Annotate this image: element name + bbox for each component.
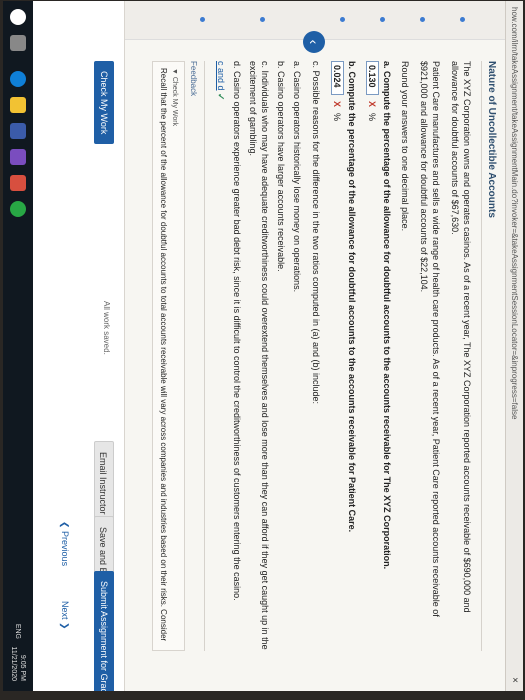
percent-unit: % (332, 113, 343, 122)
nav-dot[interactable] (380, 17, 385, 22)
correct-mark-icon: ✓ (216, 93, 226, 101)
language-indicator[interactable]: ENG (13, 624, 22, 639)
question-content: Nature of Uncollectible Accounts The XYZ… (127, 61, 497, 651)
option-a: a. Casino operators historically lose mo… (292, 61, 302, 293)
chrome-icon[interactable] (10, 201, 26, 217)
part-b-answer-row: 0.024 X % (331, 61, 344, 651)
nav-dot[interactable] (340, 17, 345, 22)
nav-dot[interactable] (260, 17, 265, 22)
file-explorer-icon[interactable] (10, 97, 26, 113)
feedback-toggle[interactable]: ▼ Check My Work (171, 68, 178, 644)
search-icon[interactable] (10, 9, 26, 25)
question-title: Nature of Uncollectible Accounts (481, 61, 497, 651)
task-view-icon[interactable] (10, 35, 26, 51)
mail-icon[interactable] (10, 175, 26, 191)
previous-button[interactable]: ❮ Previous (59, 521, 70, 566)
option-c: c. Individuals who may have adequate cre… (248, 61, 270, 650)
part-a-answer-row: 0.130 X % (366, 61, 379, 651)
address-bar[interactable]: how.com/ilrn/takeAssignment/takeAssignme… (505, 1, 523, 691)
part-a-prompt: a. Compute the percentage of the allowan… (382, 61, 392, 570)
feedback-section: Feedback ▼ Check My Work Recall that the… (152, 61, 205, 651)
intro-text: The XYZ Corporation owns and operates ca… (450, 61, 472, 613)
wrong-mark-icon: X (367, 101, 378, 108)
part-c-prompt: c. Possible reasons for the difference i… (311, 61, 321, 405)
option-d: d. Casino operators experience greater b… (232, 61, 242, 601)
clock-date: 11/21/2020 (10, 646, 17, 681)
wrong-mark-icon: X (332, 101, 343, 108)
close-tab-icon[interactable]: × (505, 677, 523, 683)
app-icon[interactable] (10, 149, 26, 165)
part-c-options: a. Casino operators historically lose mo… (231, 61, 303, 651)
feedback-box: ▼ Check My Work Recall that the percent … (152, 61, 185, 651)
address-url: how.com/ilrn/takeAssignment/takeAssignme… (510, 7, 519, 420)
feedback-title: Feedback (189, 61, 198, 97)
system-tray: ENG 9:05 PM 11/21/2020 (9, 624, 27, 681)
photo-background: how.com/ilrn/takeAssignment/takeAssignme… (0, 0, 525, 700)
nav-dot[interactable] (200, 17, 205, 22)
question-nav-rail: ‹ (125, 1, 505, 53)
saved-status: All work saved. (102, 301, 111, 355)
nav-dot[interactable] (460, 17, 465, 22)
percent-unit: % (367, 113, 378, 122)
email-instructor-button[interactable]: Email Instructor (94, 441, 114, 526)
nav-dot[interactable] (420, 17, 425, 22)
windows-taskbar: ENG 9:05 PM 11/21/2020 (3, 1, 33, 691)
assignment-footer: Check My Work All work saved. Email Inst… (32, 1, 125, 691)
part-b-input[interactable]: 0.024 (331, 61, 344, 95)
store-icon[interactable] (10, 123, 26, 139)
submit-assignment-button[interactable]: Submit Assignment for Grading (94, 571, 114, 691)
check-my-work-button[interactable]: Check My Work (94, 61, 114, 145)
part-c-answer-row: c and d ✓ (215, 61, 227, 651)
edge-icon[interactable] (10, 71, 26, 87)
monitor-screen: how.com/ilrn/takeAssignment/takeAssignme… (3, 1, 523, 691)
next-button[interactable]: Next ❯ (59, 601, 70, 630)
feedback-text: Recall that the percent of the allowance… (159, 68, 168, 642)
option-b: b. Casino operators have larger accounts… (276, 61, 286, 272)
part-b-prompt: b. Compute the percentage of the allowan… (347, 61, 357, 533)
clock-time: 9:05 PM (19, 654, 26, 681)
collapse-arrow-icon[interactable]: ‹ (303, 31, 325, 53)
part-c-select[interactable]: c and d (216, 61, 226, 91)
intro-text-2: Patient Care manufactures and sells a wi… (419, 61, 441, 617)
instruction-text: Round your answers to one decimal place. (400, 61, 410, 232)
part-a-input[interactable]: 0.130 (366, 61, 379, 95)
